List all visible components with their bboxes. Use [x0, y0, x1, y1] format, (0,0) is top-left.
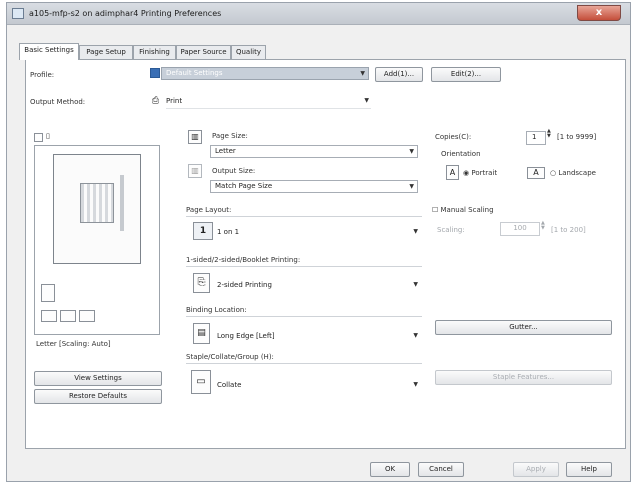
apply-button: Apply — [513, 462, 559, 477]
page-stack-icon — [41, 284, 55, 302]
page-size-select[interactable]: Letter ▼ — [210, 145, 418, 158]
scaling-value: 100 — [513, 224, 527, 232]
edit-profile-button[interactable]: Edit(2)... — [431, 67, 501, 82]
page-layout-divider — [186, 216, 422, 217]
output-size-icon: ▥ — [188, 164, 202, 178]
close-button[interactable]: x — [577, 5, 621, 21]
landscape-radio[interactable]: ○ Landscape — [550, 169, 596, 177]
binding-edge-icon: ▤ — [193, 323, 210, 344]
page-layout-icon: 1 — [193, 222, 213, 240]
duplex-icon — [60, 310, 76, 322]
output-size-select[interactable]: Match Page Size ▼ — [210, 180, 418, 193]
printer-icon: ⎙ — [151, 96, 160, 106]
page-size-value: Letter — [215, 147, 236, 155]
page-layout-value: 1 on 1 — [217, 228, 240, 236]
scaling-label: Scaling: — [437, 226, 465, 234]
chevron-down-icon: ▼ — [413, 281, 418, 288]
copies-spinner-icon[interactable]: ▲ ▼ — [547, 129, 551, 139]
tab-basic-settings[interactable]: Basic Settings — [19, 43, 79, 60]
scaling-input[interactable]: 100 — [500, 222, 540, 236]
landscape-icon: A — [527, 167, 545, 179]
copies-input[interactable]: 1 — [526, 131, 546, 145]
portrait-label: Portrait — [471, 169, 498, 177]
manual-scaling-checkbox[interactable]: ☐ Manual Scaling — [432, 206, 494, 214]
manual-scaling-label: Manual Scaling — [440, 206, 494, 214]
sided-printing-divider — [186, 266, 422, 267]
printer-icon — [12, 8, 24, 19]
view-settings-button[interactable]: View Settings — [34, 371, 162, 386]
duplex-printing-icon: ⎘ — [193, 273, 210, 293]
sided-printing-label: 1-sided/2-sided/Booklet Printing: — [186, 256, 301, 264]
chevron-down-icon: ▼ — [413, 332, 418, 339]
binding-location-select[interactable]: Long Edge [Left] ▼ — [217, 329, 420, 343]
tab-page-setup[interactable]: Page Setup — [79, 45, 133, 59]
output-method-underline — [166, 108, 371, 109]
output-method-label: Output Method: — [30, 98, 86, 106]
portrait-radio[interactable]: ◉ Portrait — [463, 169, 497, 177]
page-size-label: Page Size: — [212, 132, 248, 140]
copies-label: Copies(C): — [435, 133, 472, 141]
profile-label: Profile: — [30, 71, 55, 79]
sided-printing-select[interactable]: 2-sided Printing ▼ — [217, 278, 420, 292]
output-method-select[interactable]: Print ▼ — [166, 94, 371, 108]
page-layout-select[interactable]: 1 on 1 ▼ — [217, 225, 420, 239]
portrait-icon: A — [446, 165, 459, 180]
chevron-down-icon: ▼ — [413, 228, 418, 235]
profile-select[interactable]: Default Settings ▼ — [161, 67, 369, 80]
restore-defaults-button[interactable]: Restore Defaults — [34, 389, 162, 404]
scaling-spinner-icon[interactable]: ▲ ▼ — [541, 221, 545, 231]
preview-toggle-icon[interactable] — [34, 133, 43, 142]
preview-binding-edge — [120, 175, 124, 231]
preview-pane — [34, 145, 160, 335]
gutter-button[interactable]: Gutter... — [435, 320, 612, 335]
landscape-label: Landscape — [558, 169, 596, 177]
window-title: a105-mfp-s2 on adimphar4 Printing Prefer… — [29, 9, 222, 18]
output-method-value: Print — [166, 97, 183, 105]
staple-collate-divider — [186, 363, 422, 364]
tab-paper-source[interactable]: Paper Source — [176, 45, 231, 59]
chevron-down-icon: ▼ — [409, 183, 414, 190]
ok-button[interactable]: OK — [370, 462, 410, 477]
help-button[interactable]: Help — [566, 462, 612, 477]
tab-quality[interactable]: Quality — [231, 45, 266, 59]
preview-page-image — [53, 154, 141, 264]
copies-value: 1 — [532, 133, 537, 141]
profile-value: Default Settings — [166, 69, 223, 77]
preview-content-image — [80, 183, 114, 223]
copies-range: [1 to 9999] — [557, 133, 597, 141]
output-size-value: Match Page Size — [215, 182, 273, 190]
staple-preview-icon — [79, 310, 95, 322]
output-size-label: Output Size: — [212, 167, 256, 175]
orientation-label: Orientation — [441, 150, 481, 158]
staple-collate-value: Collate — [217, 381, 242, 389]
chevron-down-icon: ▼ — [409, 148, 414, 155]
preview-caption: Letter [Scaling: Auto] — [36, 340, 111, 348]
binding-location-divider — [186, 316, 422, 317]
cancel-button[interactable]: Cancel — [418, 462, 464, 477]
binding-location-value: Long Edge [Left] — [217, 332, 275, 340]
staple-collate-select[interactable]: Collate ▼ — [217, 378, 420, 392]
tab-finishing[interactable]: Finishing — [133, 45, 176, 59]
chevron-down-icon: ▼ — [360, 70, 365, 77]
scaling-range: [1 to 200] — [551, 226, 586, 234]
chevron-down-icon: ▼ — [413, 381, 418, 388]
binding-location-label: Binding Location: — [186, 306, 247, 314]
profile-icon — [150, 68, 160, 78]
page-size-icon: ▥ — [188, 130, 202, 144]
sided-printing-value: 2-sided Printing — [217, 281, 272, 289]
add-profile-button[interactable]: Add(1)... — [375, 67, 423, 82]
page-layout-label: Page Layout: — [186, 206, 232, 214]
title-bar[interactable]: a105-mfp-s2 on adimphar4 Printing Prefer… — [7, 3, 630, 25]
collate-icon: ▭ — [191, 370, 211, 394]
staple-collate-label: Staple/Collate/Group (H): — [186, 353, 274, 361]
staple-features-button: Staple Features... — [435, 370, 612, 385]
collate-icon — [41, 310, 57, 322]
chevron-down-icon: ▼ — [364, 97, 369, 104]
preview-toggle-glyph: ▯ — [46, 132, 50, 140]
